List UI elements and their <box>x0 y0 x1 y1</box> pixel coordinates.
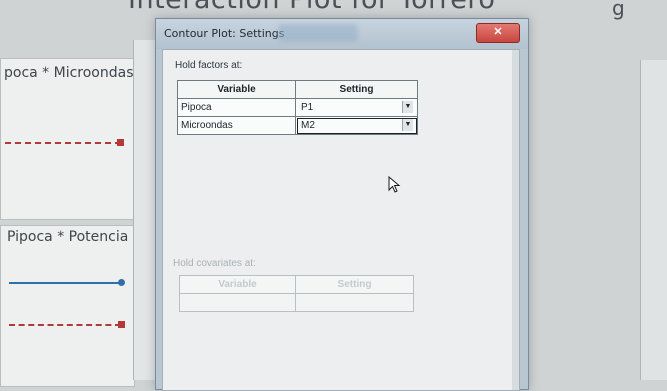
covariates-table: Variable Setting <box>179 275 414 312</box>
close-icon: ✕ <box>493 26 503 38</box>
interaction-panel-top: poca * Microondas <box>0 58 135 220</box>
mid-gap-panel <box>133 40 156 380</box>
contour-plot-settings-dialog: Contour Plot: Settings ✕ Hold factors at… <box>155 18 529 391</box>
background-title-blur <box>278 24 358 42</box>
table-row <box>179 293 414 312</box>
series-marker-square-bottom <box>118 321 125 328</box>
factor-variable-cell: Pipoca <box>177 98 296 117</box>
factors-header-setting: Setting <box>295 80 418 99</box>
hold-covariates-label: Hold covariates at: <box>173 258 256 269</box>
factors-header-row: Variable Setting <box>177 80 418 99</box>
factor-setting-value: M2 <box>301 120 315 131</box>
dialog-scrollbar[interactable] <box>512 50 519 390</box>
dropdown-arrow-icon[interactable]: ▼ <box>402 101 413 113</box>
covariate-setting-cell <box>295 293 414 312</box>
panel-label-top: poca * Microondas <box>4 65 134 81</box>
dialog-title-bar[interactable]: Contour Plot: Settings ✕ <box>156 19 528 49</box>
dropdown-arrow-icon[interactable]: ▼ <box>402 119 413 131</box>
series-marker-square <box>117 139 124 146</box>
series-line-solid <box>9 282 121 284</box>
series-marker-circle <box>118 279 125 286</box>
interaction-panel-bottom: Pipoca * Potencia <box>0 225 135 387</box>
factors-table: Variable Setting Pipoca P1 ▼ Microondas … <box>177 80 418 135</box>
right-side-panel <box>640 60 667 380</box>
factor-setting-combo[interactable]: M2 ▼ <box>295 116 418 135</box>
covariates-header-variable: Variable <box>179 275 296 294</box>
dialog-body: Hold factors at: Variable Setting Pipoca… <box>162 49 520 391</box>
table-row: Microondas M2 ▼ <box>177 116 418 135</box>
factor-variable-cell: Microondas <box>177 116 296 135</box>
plot-title: Interaction Plot for Torrero <box>128 0 588 15</box>
covariates-header-setting: Setting <box>295 275 414 294</box>
covariates-header-row: Variable Setting <box>179 275 414 294</box>
mouse-pointer-icon <box>388 176 401 193</box>
factor-setting-combo[interactable]: P1 ▼ <box>295 98 418 117</box>
close-button[interactable]: ✕ <box>476 23 520 43</box>
plot-title-fragment: g <box>612 0 625 20</box>
panel-label-bottom: Pipoca * Potencia <box>7 229 129 245</box>
factors-header-variable: Variable <box>177 80 296 99</box>
covariate-variable-cell <box>179 293 296 312</box>
series-line-dashed <box>5 142 121 144</box>
table-row: Pipoca P1 ▼ <box>177 98 418 117</box>
dialog-title: Contour Plot: Settings <box>164 27 285 40</box>
series-line-dashed-bottom <box>9 324 121 326</box>
hold-factors-label: Hold factors at: <box>175 60 243 71</box>
factor-setting-value: P1 <box>301 102 314 113</box>
